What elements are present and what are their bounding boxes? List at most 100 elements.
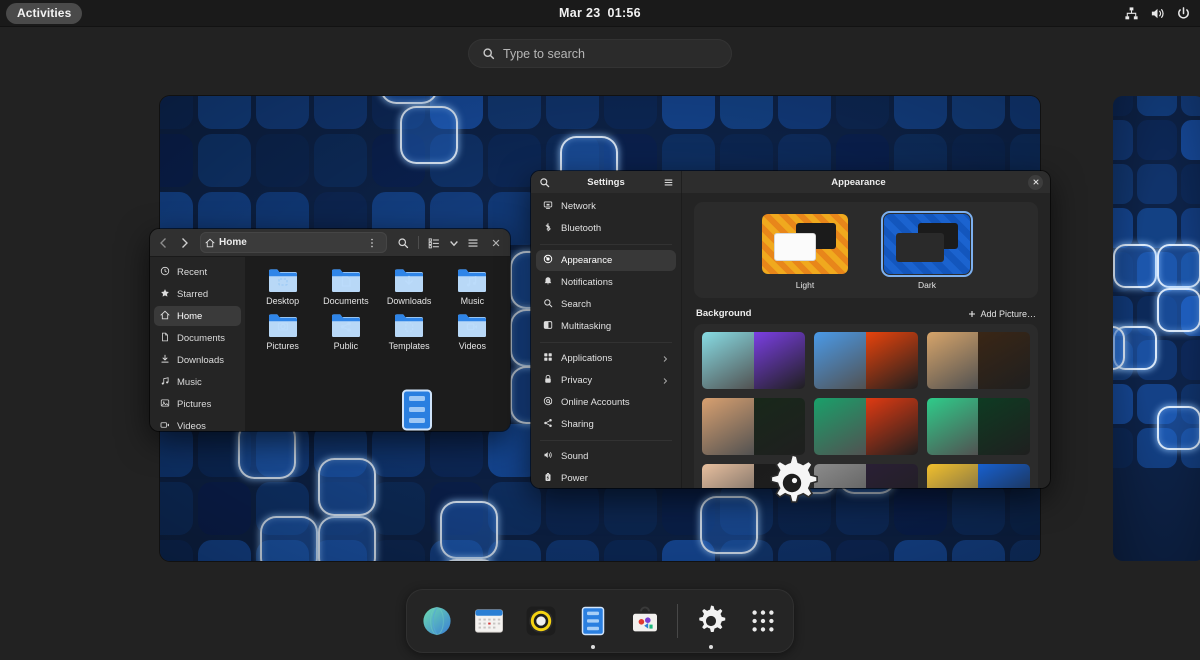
style-option-dark[interactable]: Dark <box>881 211 973 290</box>
sound-icon <box>543 450 553 463</box>
sidebar-item-label: Videos <box>177 420 206 432</box>
calendar-icon <box>475 609 504 633</box>
sidebar-item-downloads[interactable]: Downloads <box>154 350 241 370</box>
folder-item-music[interactable]: Music <box>441 267 504 306</box>
settings-headerbar[interactable]: Settings Appearance <box>531 171 1050 193</box>
main-menu-button[interactable] <box>463 233 483 253</box>
folder-item-templates[interactable]: Templates <box>378 312 441 351</box>
files-window[interactable]: Home Recent Starred Home Documents Downl… <box>150 229 510 431</box>
chevron-right-icon <box>661 377 669 385</box>
dock-item-software[interactable] <box>625 601 664 641</box>
activities-button[interactable]: Activities <box>6 2 83 24</box>
files-app-icon-dragged[interactable] <box>400 389 434 431</box>
dash-dock[interactable] <box>406 589 794 653</box>
wallpaper-swatch-4[interactable] <box>702 398 806 455</box>
sidebar-item-home[interactable]: Home <box>154 306 241 326</box>
style-option-label: Dark <box>918 280 936 290</box>
settings-item-sharing[interactable]: Sharing <box>536 414 676 435</box>
back-button[interactable] <box>154 233 174 253</box>
sidebar-item-documents[interactable]: Documents <box>154 328 241 348</box>
settings-item-privacy[interactable]: Privacy <box>536 370 676 391</box>
add-picture-button[interactable]: Add Picture… <box>968 309 1036 319</box>
view-list-button[interactable] <box>424 233 444 253</box>
path-bar[interactable]: Home <box>200 232 387 253</box>
style-thumbnail[interactable] <box>762 214 848 274</box>
sidebar-item-videos[interactable]: Videos <box>154 416 241 431</box>
dock-item-settings[interactable] <box>691 601 730 649</box>
settings-item-sound[interactable]: Sound <box>536 446 676 467</box>
globe-icon <box>423 606 452 636</box>
files-content-view[interactable]: Desktop Documents Downloads Music Pictures Pu… <box>245 257 510 431</box>
settings-item-appearance[interactable]: Appearance <box>536 250 676 271</box>
settings-item-notifications[interactable]: Notifications <box>536 272 676 293</box>
clock-button[interactable]: Mar 23 01:56 <box>559 6 641 20</box>
running-indicator <box>708 645 713 649</box>
settings-item-bluetooth[interactable]: Bluetooth <box>536 218 676 239</box>
downloads-folder-icon <box>394 267 424 293</box>
top-panel[interactable]: Activities Mar 23 01:56 <box>0 0 1200 27</box>
wallpaper-dark-half <box>865 398 918 455</box>
settings-search-button[interactable] <box>537 175 551 189</box>
running-indicator <box>591 645 595 649</box>
folder-item-documents[interactable]: Documents <box>314 267 377 306</box>
wallpaper-swatch-1[interactable] <box>702 332 806 389</box>
style-option-light[interactable]: Light <box>762 214 848 290</box>
settings-sidebar-title: Settings <box>587 176 625 188</box>
path-menu-button[interactable] <box>362 233 382 253</box>
wallpaper-swatch-2[interactable] <box>814 332 918 389</box>
style-selector[interactable]: Light Dark <box>694 202 1038 298</box>
forward-button[interactable] <box>174 233 194 253</box>
settings-item-power[interactable]: Power <box>536 468 676 488</box>
settings-item-multitasking[interactable]: Multitasking <box>536 316 676 337</box>
style-thumbnail[interactable] <box>881 211 973 277</box>
wallpaper-swatch-9[interactable] <box>926 464 1030 488</box>
wallpaper-chooser[interactable] <box>694 324 1038 488</box>
files-headerbar[interactable]: Home <box>150 229 510 257</box>
sidebar-item-label: Home <box>177 310 203 322</box>
sidebar-item-pictures[interactable]: Pictures <box>154 394 241 414</box>
settings-item-label: Power <box>561 473 588 484</box>
wallpaper-swatch-3[interactable] <box>926 332 1030 389</box>
settings-sidebar[interactable]: Network Bluetooth Appearance Notifications S… <box>531 193 682 488</box>
folder-item-pictures[interactable]: Pictures <box>251 312 314 351</box>
wallpaper-light-half <box>702 332 754 389</box>
settings-window[interactable]: Settings Appearance Network Bluetooth Appe… <box>531 171 1050 488</box>
folder-item-public[interactable]: Public <box>314 312 377 351</box>
clock-date: Mar 23 <box>559 6 601 20</box>
sidebar-item-starred[interactable]: Starred <box>154 284 241 304</box>
dock-item-calendar[interactable] <box>470 601 509 641</box>
wallpaper-swatch-5[interactable] <box>814 398 918 455</box>
search-button[interactable] <box>393 233 413 253</box>
settings-menu-button[interactable] <box>661 175 675 189</box>
folder-item-downloads[interactable]: Downloads <box>378 267 441 306</box>
files-cabinet-icon <box>581 606 605 636</box>
wallpaper-swatch-8[interactable] <box>814 464 918 488</box>
dock-item-show-applications[interactable] <box>743 601 782 641</box>
dock-item-files[interactable] <box>574 601 613 649</box>
dock-item-music-player[interactable] <box>522 601 561 641</box>
settings-item-applications[interactable]: Applications <box>536 348 676 369</box>
privacy-icon <box>543 374 553 387</box>
wallpaper-swatch-6[interactable] <box>926 398 1030 455</box>
files-close-button[interactable] <box>486 233 506 253</box>
folder-item-desktop[interactable]: Desktop <box>251 267 314 306</box>
search-entry[interactable]: Type to search <box>468 39 732 68</box>
appearance-panel[interactable]: Light Dark Background Add Picture… <box>682 193 1050 488</box>
settings-item-network[interactable]: Network <box>536 196 676 217</box>
view-dropdown-button[interactable] <box>447 233 460 253</box>
system-menu-button[interactable] <box>1124 6 1191 21</box>
wallpaper-light-half <box>814 332 866 389</box>
folder-label: Documents <box>323 296 369 306</box>
settings-item-online-accounts[interactable]: Online Accounts <box>536 392 676 413</box>
sidebar-item-music[interactable]: Music <box>154 372 241 392</box>
search-input[interactable]: Type to search <box>503 47 585 61</box>
settings-item-search[interactable]: Search <box>536 294 676 315</box>
workspace-preview-next[interactable] <box>1113 96 1200 561</box>
dock-item-web-browser[interactable] <box>418 601 457 641</box>
sidebar-item-recent[interactable]: Recent <box>154 262 241 282</box>
folder-item-videos[interactable]: Videos <box>441 312 504 351</box>
files-sidebar[interactable]: Recent Starred Home Documents Downloads Music… <box>150 257 245 431</box>
power-icon <box>1178 6 1189 19</box>
gear-icon <box>698 605 725 633</box>
settings-close-button[interactable] <box>1028 174 1043 190</box>
